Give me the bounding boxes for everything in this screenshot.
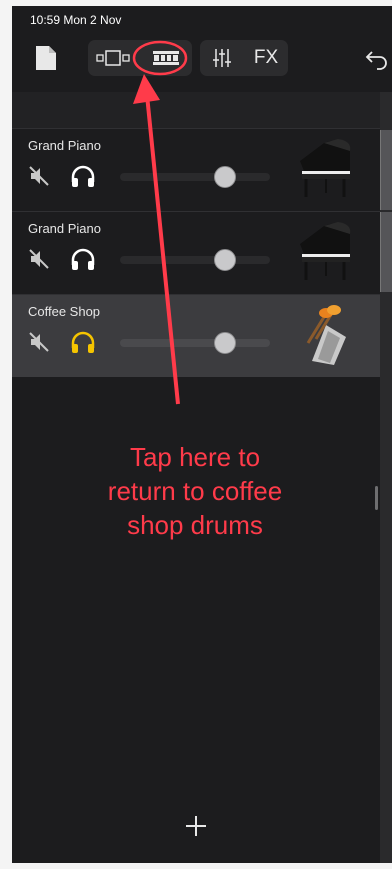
toolbar: FX — [12, 36, 392, 84]
mixer-icon[interactable] — [200, 40, 244, 76]
resize-handle[interactable] — [375, 486, 378, 510]
region-block[interactable] — [380, 130, 392, 210]
track-name: Grand Piano — [28, 221, 101, 236]
volume-slider[interactable] — [120, 256, 270, 264]
volume-knob[interactable] — [214, 249, 236, 271]
drum-kit-icon — [294, 303, 354, 367]
tracks-view-icon[interactable] — [88, 40, 140, 76]
track-name: Coffee Shop — [28, 304, 101, 319]
volume-slider[interactable] — [120, 173, 270, 181]
track-header[interactable]: Grand Piano — [12, 211, 380, 294]
view-switcher — [88, 40, 192, 76]
grand-piano-icon — [294, 137, 354, 201]
mixer-fx-group: FX — [200, 40, 288, 76]
track-header[interactable]: Grand Piano — [12, 128, 380, 211]
undo-icon[interactable] — [362, 44, 392, 74]
volume-knob[interactable] — [214, 332, 236, 354]
mute-icon[interactable] — [28, 331, 50, 353]
document-icon[interactable] — [36, 46, 56, 70]
volume-knob[interactable] — [214, 166, 236, 188]
mute-icon[interactable] — [28, 165, 50, 187]
timeline-ruler[interactable] — [12, 92, 380, 128]
track-header-selected[interactable]: Coffee Shop — [12, 294, 380, 377]
headphones-icon[interactable] — [70, 247, 96, 271]
add-track-button[interactable] — [182, 812, 210, 840]
fx-button[interactable]: FX — [244, 40, 288, 76]
headphones-icon[interactable] — [70, 164, 96, 188]
track-list: Grand Piano Grand Piano Coffee Shop — [12, 128, 380, 377]
mute-icon[interactable] — [28, 248, 50, 270]
garageband-screen: 10:59 Mon 2 Nov FX Grand Piano Grand Pia… — [12, 6, 392, 863]
headphones-icon[interactable] — [70, 330, 96, 354]
grand-piano-icon — [294, 220, 354, 284]
live-loops-icon[interactable] — [140, 40, 192, 76]
region-block[interactable] — [380, 212, 392, 292]
annotation-text: Tap here to return to coffee shop drums — [107, 442, 283, 540]
volume-slider[interactable] — [120, 339, 270, 347]
track-name: Grand Piano — [28, 138, 101, 153]
status-bar-time: 10:59 Mon 2 Nov — [30, 13, 122, 27]
